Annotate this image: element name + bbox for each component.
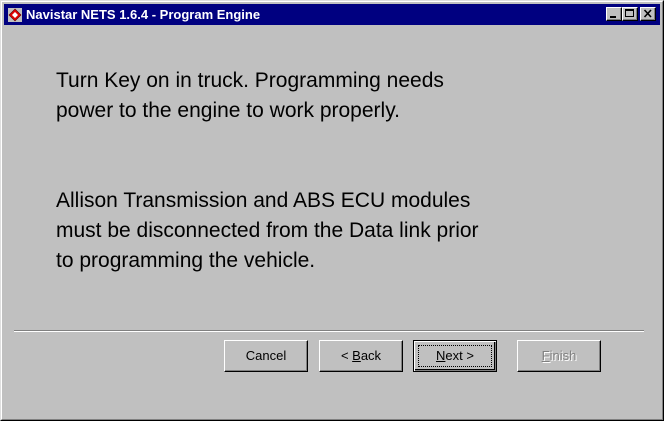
window-title: Navistar NETS 1.6.4 - Program Engine [26,7,261,22]
focus-rectangle [418,345,492,367]
title-bar-controls [606,7,656,22]
back-accelerator: B [352,348,361,363]
close-button[interactable] [640,7,656,21]
finish-button[interactable]: Finish [517,340,601,372]
message-line: to programming the vehicle. [56,249,316,272]
back-arrow: < [340,348,349,363]
finish-label: inish [549,348,577,363]
maximize-button[interactable] [622,7,638,21]
maximize-icon [625,9,634,17]
disconnect-modules-instruction: Allison Transmission and ABS ECU modules… [56,186,616,276]
cancel-label: Cancel [245,348,287,363]
message-line: power to the engine to work properly. [56,99,400,122]
wizard-window: Navistar NETS 1.6.4 - Program Engine Tur… [0,0,664,421]
next-button[interactable]: Next > [413,340,497,372]
button-separator [14,330,644,332]
close-icon [643,9,652,18]
minimize-button[interactable] [606,7,622,21]
back-label: ack [360,348,382,363]
finish-accelerator: F [541,348,550,363]
key-on-instruction: Turn Key on in truck. Programming needs … [56,66,616,126]
minimize-icon [610,16,616,18]
window-frame: Navistar NETS 1.6.4 - Program Engine Tur… [1,1,663,420]
cancel-button[interactable]: Cancel [224,340,308,372]
message-line: Allison Transmission and ABS ECU modules [56,189,471,212]
navistar-diamond-icon[interactable] [8,8,22,22]
message-line: must be disconnected from the Data link … [56,219,479,242]
message-line: Turn Key on in truck. Programming needs [56,69,444,92]
title-bar[interactable]: Navistar NETS 1.6.4 - Program Engine [4,4,660,25]
back-button[interactable]: < Back [319,340,403,372]
